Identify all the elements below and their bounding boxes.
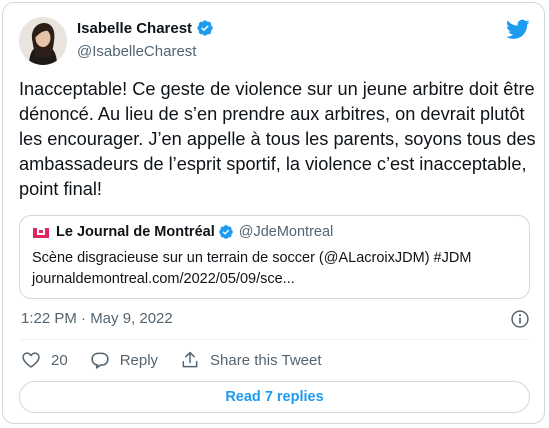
like-button[interactable]: 20 — [21, 350, 68, 370]
quoted-author-handle: @JdeMontreal — [238, 224, 334, 240]
avatar-image — [19, 17, 67, 65]
tweet-timestamp[interactable]: 1:22 PM · May 9, 2022 — [21, 310, 173, 327]
tweet-actions: 20 Reply Share this Tweet — [21, 350, 344, 370]
author-handle[interactable]: @IsabelleCharest — [77, 43, 196, 60]
journal-logo-icon — [33, 228, 49, 238]
tweet-text: Inacceptable! Ce geste de violence sur u… — [19, 79, 536, 199]
reply-icon — [91, 352, 109, 369]
tweet-card: Isabelle Charest @IsabelleCharest Inacce… — [2, 2, 545, 424]
author-name-row[interactable]: Isabelle Charest — [77, 19, 214, 37]
avatar[interactable] — [19, 17, 67, 65]
quoted-author-name: Le Journal de Montréal — [56, 224, 215, 240]
info-icon[interactable] — [510, 309, 530, 329]
verified-badge-icon — [197, 20, 213, 36]
quoted-tweet-text: Scène disgracieuse sur un terrain de soc… — [32, 250, 472, 266]
quoted-verified-badge-icon — [218, 225, 233, 239]
reply-button[interactable]: Reply — [90, 350, 158, 370]
share-label: Share this Tweet — [210, 351, 322, 369]
divider — [19, 339, 530, 340]
read-replies-button[interactable]: Read 7 replies — [19, 381, 530, 413]
quoted-tweet[interactable]: Le Journal de Montréal @JdeMontreal Scèn… — [19, 215, 530, 299]
quoted-tweet-link[interactable]: journaldemontreal.com/2022/05/09/sce... — [32, 271, 295, 287]
heart-icon — [22, 352, 40, 368]
share-icon — [182, 351, 198, 368]
quoted-tweet-header: Le Journal de Montréal @JdeMontreal — [32, 224, 333, 240]
share-button[interactable]: Share this Tweet — [180, 350, 322, 370]
reply-label: Reply — [119, 351, 159, 369]
like-count: 20 — [51, 351, 68, 369]
twitter-bird-icon[interactable] — [506, 17, 530, 41]
author-name[interactable]: Isabelle Charest — [77, 20, 192, 37]
